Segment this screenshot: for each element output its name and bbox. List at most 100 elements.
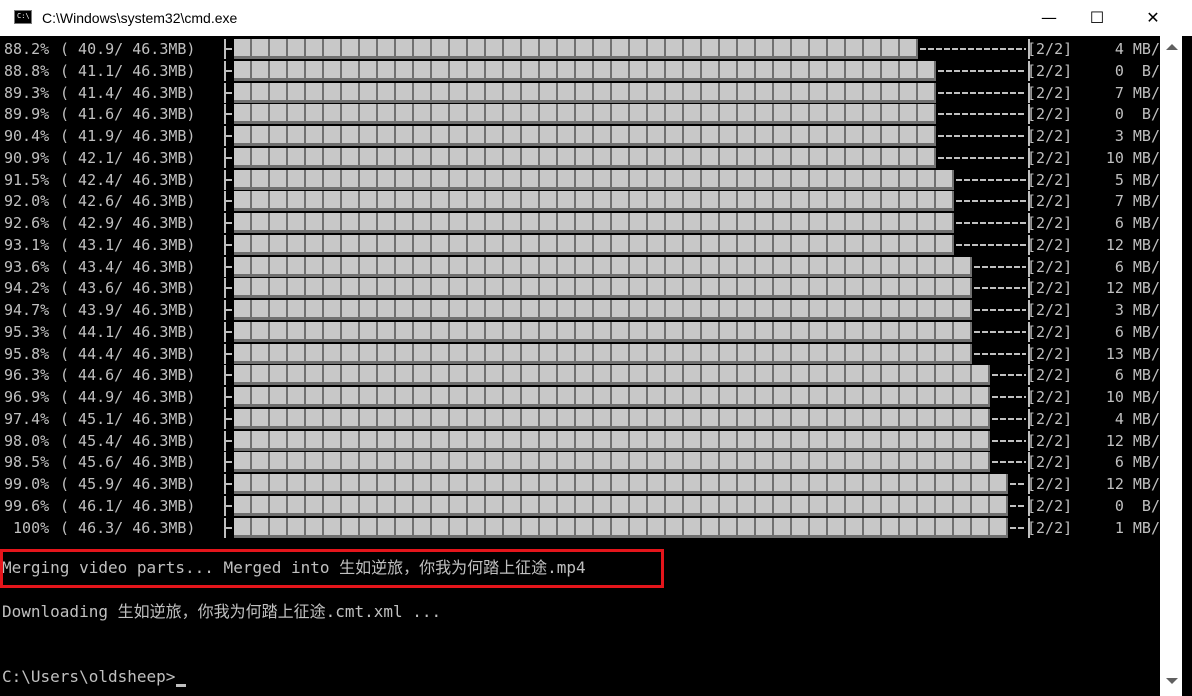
progress-size: ( 42.1/ 46.3MB): [60, 148, 196, 167]
progress-row: 89.3% ( 41.4/ 46.3MB) [2/2] 7 MB/: [0, 82, 1160, 104]
progress-bar-remaining: [956, 200, 1026, 203]
progress-bar-fill: [234, 365, 990, 386]
progress-parts: [2/2]: [1027, 475, 1073, 493]
progress-bar-remaining: [992, 374, 1026, 377]
progress-bar: [224, 343, 1030, 364]
progress-bar: [224, 408, 1030, 429]
progress-row: 95.3% ( 44.1/ 46.3MB) [2/2] 6 MB/: [0, 321, 1160, 343]
progress-bar: [224, 256, 1030, 277]
progress-bar-fill: [234, 495, 1008, 516]
progress-size: ( 44.6/ 46.3MB): [60, 366, 196, 385]
progress-percent: 88.2%: [4, 40, 50, 58]
progress-row: 94.2% ( 43.6/ 46.3MB) [2/2] 12 MB/: [0, 277, 1160, 299]
cmd-icon: C:\: [14, 10, 32, 24]
progress-size: ( 45.6/ 46.3MB): [60, 453, 196, 472]
progress-bar-fill: [234, 517, 1008, 538]
progress-row: 90.4% ( 41.9/ 46.3MB) [2/2] 3 MB/: [0, 125, 1160, 147]
progress-speed: 4 MB/: [1114, 40, 1160, 58]
progress-parts: [2/2]: [1027, 127, 1073, 145]
progress-size: ( 44.1/ 46.3MB): [60, 322, 196, 341]
progress-size: ( 43.4/ 46.3MB): [60, 257, 196, 276]
progress-speed: 6 MB/: [1114, 453, 1160, 472]
progress-row: 88.8% ( 41.1/ 46.3MB) [2/2] 0 B/: [0, 60, 1160, 82]
progress-size: ( 44.9/ 46.3MB): [60, 388, 196, 406]
progress-parts: [2/2]: [1027, 322, 1073, 341]
progress-percent: 93.1%: [4, 235, 50, 254]
progress-bar-remaining: [1010, 483, 1026, 485]
minimize-button[interactable]: —: [1026, 0, 1072, 36]
progress-parts: [2/2]: [1027, 518, 1073, 537]
progress-speed: 0 B/: [1114, 496, 1160, 515]
progress-size: ( 43.9/ 46.3MB): [60, 301, 196, 319]
progress-bar-fill: [234, 147, 936, 168]
progress-percent: 90.9%: [4, 148, 50, 167]
progress-percent: 98.0%: [4, 431, 50, 450]
progress-bar-fill: [234, 474, 1008, 494]
progress-speed: 6 MB/: [1114, 257, 1160, 276]
progress-row: 92.0% ( 42.6/ 46.3MB) [2/2] 7 MB/: [0, 190, 1160, 212]
progress-parts: [2/2]: [1027, 148, 1073, 167]
progress-bar-fill: [234, 452, 990, 473]
progress-bar-fill: [234, 213, 954, 233]
progress-speed: 3 MB/: [1114, 301, 1160, 319]
progress-bar-remaining: [920, 48, 1026, 50]
progress-bar-remaining: [956, 222, 1026, 224]
progress-bar-fill: [234, 82, 936, 103]
progress-row: 95.8% ( 44.4/ 46.3MB) [2/2] 13 MB/: [0, 343, 1160, 365]
progress-percent: 99.6%: [4, 496, 50, 515]
progress-bar-fill: [234, 104, 936, 125]
maximize-button[interactable]: ☐: [1074, 0, 1120, 36]
progress-row: 96.9% ( 44.9/ 46.3MB) [2/2] 10 MB/: [0, 386, 1160, 408]
progress-percent: 96.3%: [4, 366, 50, 385]
progress-bar: [224, 430, 1030, 451]
progress-bar-fill: [234, 408, 990, 429]
progress-speed: 1 MB/: [1114, 518, 1160, 537]
progress-bar-fill: [234, 234, 954, 255]
close-button[interactable]: ✕: [1130, 0, 1176, 36]
progress-bar-fill: [234, 191, 954, 212]
progress-speed: 12 MB/: [1105, 475, 1160, 493]
progress-speed: 12 MB/: [1105, 235, 1160, 254]
progress-size: ( 41.1/ 46.3MB): [60, 61, 196, 80]
scroll-up-icon[interactable]: [1166, 44, 1178, 50]
progress-parts: [2/2]: [1027, 301, 1073, 319]
progress-row: 98.0% ( 45.4/ 46.3MB) [2/2] 12 MB/: [0, 430, 1160, 452]
progress-row: 98.5% ( 45.6/ 46.3MB) [2/2] 6 MB/: [0, 451, 1160, 473]
command-prompt[interactable]: C:\Users\oldsheep>: [2, 666, 175, 688]
progress-percent: 88.8%: [4, 61, 50, 80]
progress-bar-fill: [234, 60, 936, 81]
progress-bar: [224, 147, 1030, 168]
progress-parts: [2/2]: [1027, 40, 1073, 58]
progress-bar-remaining: [956, 178, 1026, 181]
progress-percent: 97.4%: [4, 409, 50, 428]
progress-speed: 12 MB/: [1105, 431, 1160, 450]
vertical-scrollbar[interactable]: [1160, 36, 1182, 696]
progress-bar: [224, 234, 1030, 255]
scroll-down-icon[interactable]: [1166, 678, 1178, 684]
progress-percent: 93.6%: [4, 257, 50, 276]
progress-parts: [2/2]: [1027, 431, 1073, 450]
progress-parts: [2/2]: [1027, 388, 1073, 406]
progress-percent: 95.3%: [4, 322, 50, 341]
progress-bar-fill: [234, 430, 990, 451]
console-output[interactable]: 88.2% ( 40.9/ 46.3MB) [2/2] 4 MB/88.8% ( 41.…: [0, 36, 1160, 696]
progress-speed: 13 MB/: [1105, 344, 1160, 363]
progress-percent: 92.6%: [4, 214, 50, 232]
progress-row: 91.5% ( 42.4/ 46.3MB) [2/2] 5 MB/: [0, 169, 1160, 191]
progress-bar-remaining: [992, 417, 1026, 420]
progress-bar: [224, 126, 1030, 146]
progress-size: ( 45.4/ 46.3MB): [60, 431, 196, 450]
progress-percent: 95.8%: [4, 344, 50, 363]
progress-bar-remaining: [974, 309, 1026, 311]
progress-bar: [224, 60, 1030, 81]
progress-percent: 94.2%: [4, 279, 50, 298]
progress-row: 100% ( 46.3/ 46.3MB) [2/2] 1 MB/: [0, 517, 1160, 539]
progress-bar-remaining: [974, 265, 1026, 268]
progress-size: ( 46.1/ 46.3MB): [60, 496, 196, 515]
progress-percent: 89.3%: [4, 83, 50, 102]
title-bar[interactable]: C:\ C:\Windows\system32\cmd.exe — ☐ ✕: [0, 0, 1192, 36]
progress-size: ( 43.1/ 46.3MB): [60, 235, 196, 254]
progress-bar-fill: [234, 300, 972, 320]
progress-bar: [224, 169, 1030, 190]
progress-row: 96.3% ( 44.6/ 46.3MB) [2/2] 6 MB/: [0, 364, 1160, 386]
